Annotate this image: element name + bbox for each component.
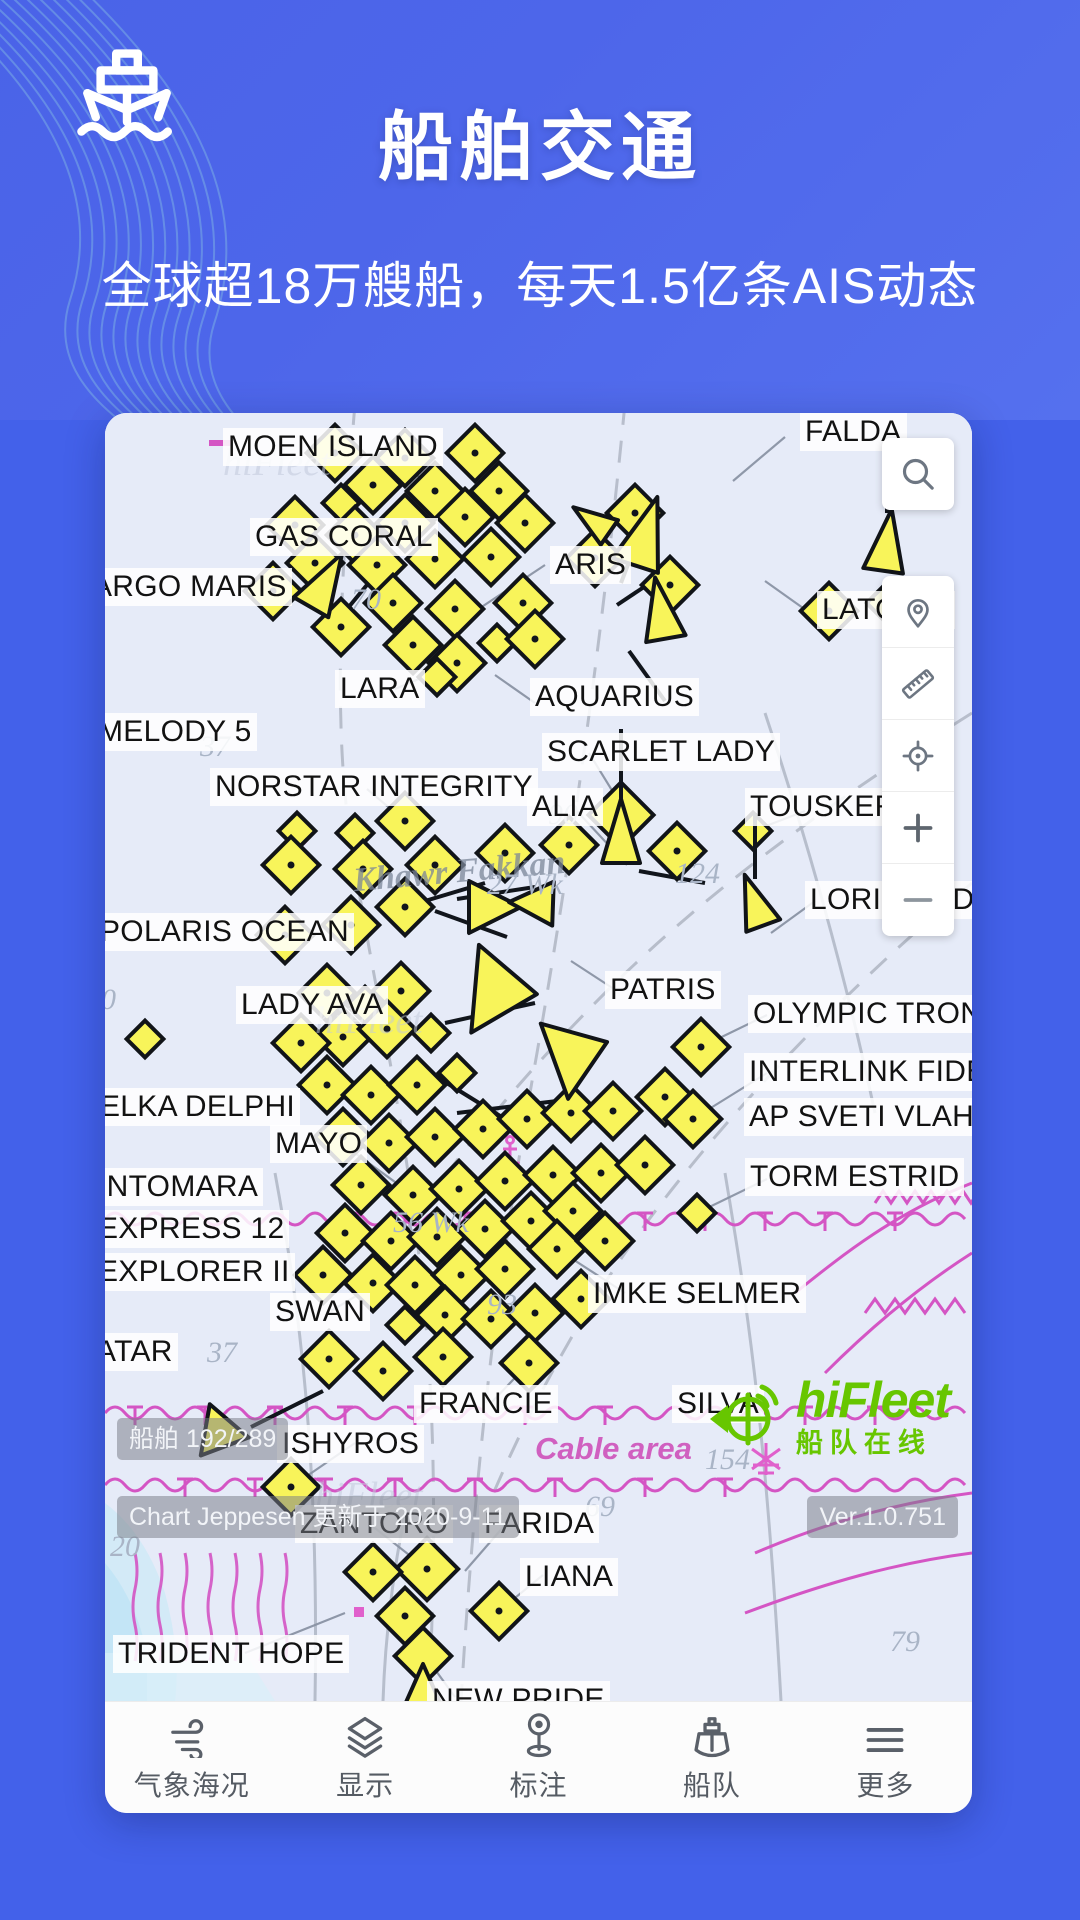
vessel-label[interactable]: EXPRESS 12 — [105, 1210, 290, 1248]
depth-sounding: 56 Wk — [393, 1206, 469, 1239]
bottom-navigation-bar[interactable]: 气象海况 显示 标注 船队 更多 — [105, 1701, 972, 1813]
map-locate-button[interactable] — [882, 576, 954, 648]
vessel-label[interactable]: TRIDENT HOPE — [113, 1635, 350, 1673]
depth-sounding: 0 — [105, 983, 116, 1017]
depth-sounding: 70 — [351, 583, 381, 616]
vessel-label[interactable]: FRANCIE — [414, 1385, 558, 1423]
vessel-label[interactable]: INTOMARA — [105, 1168, 264, 1206]
vessel-label[interactable]: LADY AVA — [236, 986, 389, 1024]
vessel-label[interactable]: SCARLET LADY — [542, 733, 781, 771]
wind-icon — [169, 1712, 215, 1758]
vessel-label[interactable]: IMKE SELMER — [588, 1275, 807, 1313]
map-center-button[interactable] — [882, 720, 954, 792]
nav-item-fleet[interactable]: 船队 — [625, 1702, 798, 1813]
crosshair-icon — [902, 740, 934, 771]
nav-item-weather[interactable]: 气象海况 — [105, 1702, 278, 1813]
app-screenshot-card: hiFleet hiFleet hiFleet Khawr Fakkan Cab… — [105, 413, 972, 1813]
vessel-label[interactable]: PATRIS — [605, 971, 721, 1009]
location-pin-icon — [907, 598, 929, 628]
vessel-label[interactable]: ATAR — [105, 1333, 178, 1371]
vessel-label[interactable]: LARA — [335, 670, 425, 708]
vessel-label[interactable]: AP SVETI VLAHO — [744, 1098, 972, 1136]
nav-item-display[interactable]: 显示 — [278, 1702, 451, 1813]
vessel-label[interactable]: AQUARIUS — [530, 678, 700, 716]
ruler-icon — [901, 668, 935, 699]
vessel-label[interactable]: ARGO MARIS — [105, 568, 292, 606]
nav-label-display: 显示 — [336, 1769, 395, 1801]
map-tool-stack[interactable] — [882, 576, 954, 936]
vessel-label[interactable]: POLARIS OCEAN — [105, 913, 354, 951]
nav-label-marker: 标注 — [509, 1769, 568, 1801]
vessel-label[interactable]: ALIA — [527, 788, 604, 826]
hamburger-menu-icon — [863, 1712, 907, 1758]
vessel-label[interactable]: NORSTAR INTEGRITY — [210, 768, 538, 806]
fleet-ship-icon — [689, 1712, 735, 1758]
promo-subtitle: 全球超18万艘船，每天1.5亿条AIS动态 — [101, 258, 979, 314]
vessel-label[interactable]: SWAN — [270, 1293, 371, 1331]
vessel-label[interactable]: TORM ESTRID — [745, 1158, 965, 1196]
map-measure-button[interactable] — [882, 648, 954, 720]
layers-icon — [343, 1712, 387, 1758]
hifleet-brand-watermark: hiFleet 船队在线 — [706, 1372, 951, 1458]
page-title: 船舶交通 — [377, 105, 702, 189]
map-zoom-in-button[interactable] — [882, 792, 954, 864]
vessel-label[interactable]: TOUSKER — [745, 788, 902, 826]
vessel-label[interactable]: ISHYROS — [277, 1425, 425, 1463]
vessel-label[interactable]: GAS CORAL — [250, 518, 438, 556]
search-icon — [902, 458, 934, 490]
vessel-label[interactable]: EXPLORER II — [105, 1253, 295, 1291]
depth-sounding: 37 — [207, 1336, 237, 1369]
depth-sounding: 93 — [487, 1288, 517, 1321]
brand-name: hiFleet — [795, 1372, 951, 1428]
hifleet-logo-icon — [709, 1384, 779, 1446]
vessel-count-badge: 船舶 192/289 — [117, 1418, 289, 1460]
vessel-label[interactable]: ELKA DELPHI — [105, 1088, 301, 1126]
vessel-label[interactable]: MELODY 5 — [105, 713, 257, 751]
vessel-label[interactable]: INTERLINK FIDELITY — [744, 1053, 972, 1091]
vessel-label[interactable]: MAYO — [270, 1125, 368, 1163]
zoom-out-icon — [903, 898, 933, 902]
zoom-in-icon — [903, 813, 933, 842]
vessel-label[interactable]: LIANA — [520, 1558, 619, 1596]
depth-sounding: 79 — [890, 1625, 920, 1658]
nav-item-marker[interactable]: 标注 — [452, 1702, 625, 1813]
vessel-label[interactable]: MOEN ISLAND — [223, 428, 444, 466]
depth-sounding: 27 Wk — [487, 868, 563, 901]
depth-sounding: 124 — [675, 857, 720, 890]
marker-pin-icon — [519, 1712, 559, 1758]
map-zoom-out-button[interactable] — [882, 864, 954, 936]
vessel-label[interactable]: OLYMPIC TRONO — [748, 995, 972, 1033]
nav-label-more: 更多 — [856, 1769, 915, 1801]
map-search-button[interactable] — [882, 438, 954, 510]
brand-subtitle: 船队在线 — [795, 1428, 932, 1458]
nav-label-fleet: 船队 — [682, 1769, 741, 1801]
nav-label-weather: 气象海况 — [133, 1769, 250, 1801]
chart-source-badge: Chart Jeppesen 更新于 2020-9-11 — [117, 1496, 519, 1538]
app-version-badge: Ver.1.0.751 — [807, 1496, 958, 1538]
vessel-label[interactable]: NEW PRIDE — [427, 1681, 610, 1701]
vessel-label[interactable]: ARIS — [550, 546, 632, 584]
ais-map[interactable]: hiFleet hiFleet hiFleet Khawr Fakkan Cab… — [105, 413, 972, 1701]
nav-item-more[interactable]: 更多 — [799, 1702, 972, 1813]
cable-area-label: Cable area — [535, 1431, 692, 1466]
promo-header: 船舶交通 全球超18万艘船，每天1.5亿条AIS动态 — [0, 0, 1080, 420]
